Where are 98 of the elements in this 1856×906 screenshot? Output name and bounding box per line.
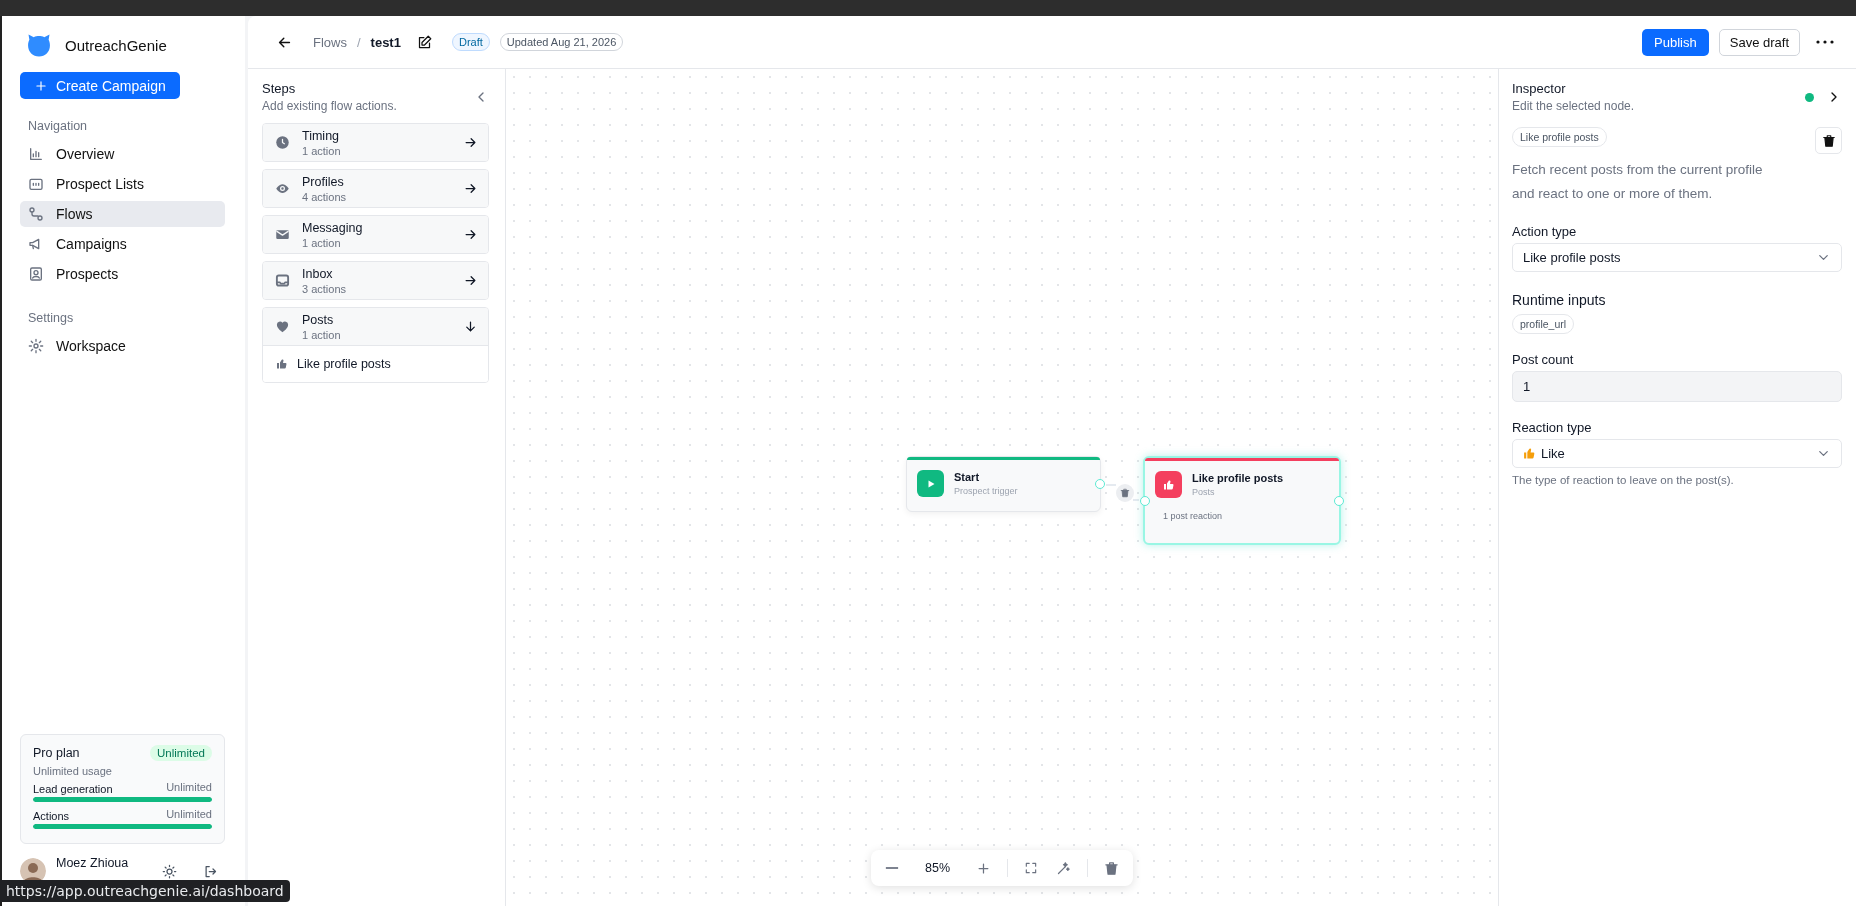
panel-subtitle: Add existing flow actions. bbox=[262, 99, 397, 113]
field-label: Reaction type bbox=[1512, 420, 1593, 435]
logout-icon bbox=[203, 863, 219, 879]
section-heading: Runtime inputs bbox=[1512, 292, 1607, 308]
field-help: The type of reaction to leave on the post(s). bbox=[1512, 474, 1735, 486]
trash-icon bbox=[1104, 860, 1119, 876]
step-group-count: 3 actions bbox=[302, 282, 348, 295]
node-subtitle: Posts bbox=[1192, 487, 1216, 497]
section-label: Navigation bbox=[28, 119, 89, 133]
connection-handle[interactable] bbox=[1334, 495, 1344, 506]
connection-handle[interactable] bbox=[1140, 495, 1150, 506]
minus-icon bbox=[885, 867, 899, 869]
breadcrumb-link[interactable]: Flows bbox=[313, 34, 347, 50]
zoom-level: 85% bbox=[924, 861, 951, 875]
select-field[interactable]: Like bbox=[1512, 439, 1842, 468]
arrow-right-icon bbox=[463, 135, 478, 150]
inbox-icon bbox=[275, 273, 290, 288]
meter-label: Lead generation bbox=[33, 783, 113, 795]
create-campaign-button[interactable]: Create Campaign bbox=[20, 72, 180, 99]
plus-icon bbox=[34, 78, 48, 93]
flow-name: test1 bbox=[370, 34, 401, 50]
envelope-icon bbox=[275, 227, 290, 242]
arrow-right-icon bbox=[463, 227, 478, 242]
step-group[interactable]: Timing 1 action bbox=[263, 124, 488, 161]
contact-card-icon bbox=[28, 266, 44, 282]
meter-reading: Unlimited bbox=[166, 808, 212, 820]
step-group[interactable]: Posts 1 action bbox=[263, 308, 488, 345]
nav-item[interactable]: Overview bbox=[20, 141, 225, 167]
nav-item[interactable]: Prospect Lists bbox=[20, 171, 225, 197]
node-detail: 1 post reaction bbox=[1162, 510, 1224, 521]
field-label: Action type bbox=[1512, 224, 1578, 239]
more-icon bbox=[1816, 40, 1834, 44]
nav-item[interactable]: Prospects bbox=[20, 261, 225, 287]
thumbs-up-icon bbox=[1523, 447, 1536, 460]
plus-icon bbox=[976, 860, 991, 876]
meter-label: Actions bbox=[33, 810, 70, 822]
arrow-down-icon bbox=[463, 319, 478, 334]
delete-node-button[interactable] bbox=[1815, 127, 1842, 154]
step-group-name: Inbox bbox=[302, 266, 334, 281]
magic-wand-icon bbox=[1056, 860, 1071, 876]
nav-item[interactable]: Flows bbox=[20, 201, 225, 227]
step-group-name: Profiles bbox=[302, 174, 345, 189]
node-description: Fetch recent posts from the current profile and react to one or more of them. bbox=[1512, 161, 1764, 203]
step-group-count: 4 actions bbox=[302, 190, 348, 203]
delete-edge-button[interactable] bbox=[1116, 484, 1134, 502]
step-group-count: 1 action bbox=[302, 328, 342, 341]
status-url: https://app.outreachgenie.ai/dashboard bbox=[6, 883, 284, 899]
field-label: Post count bbox=[1512, 352, 1575, 367]
step-group[interactable]: Inbox 3 actions bbox=[263, 262, 488, 299]
trash-icon bbox=[1821, 133, 1836, 148]
sun-icon bbox=[162, 863, 178, 879]
node-subtitle: Prospect trigger bbox=[954, 486, 1018, 496]
node-title: Like profile posts bbox=[1192, 472, 1284, 484]
section-label: Settings bbox=[28, 311, 75, 325]
fullscreen-icon bbox=[1024, 861, 1038, 875]
arrow-right-icon bbox=[463, 181, 478, 196]
select-field[interactable]: Like profile posts bbox=[1512, 243, 1842, 272]
app-name: OutreachGenie bbox=[65, 36, 167, 54]
eye-icon bbox=[275, 181, 290, 196]
arrow-right-icon bbox=[463, 273, 478, 288]
step-action[interactable]: Like profile posts bbox=[263, 345, 488, 382]
settings-icon bbox=[28, 338, 44, 354]
edit-icon bbox=[416, 34, 432, 50]
input-field[interactable]: 1 bbox=[1512, 371, 1842, 402]
usage-caption: Unlimited usage bbox=[33, 765, 112, 777]
plan-badge: Unlimited bbox=[150, 745, 212, 761]
panel-title: Inspector bbox=[1512, 81, 1567, 96]
step-group-count: 1 action bbox=[302, 144, 342, 157]
user-name: Moez Zhioua bbox=[56, 856, 129, 870]
node-title: Start bbox=[954, 471, 981, 483]
connector-line bbox=[1106, 484, 1139, 501]
folder-icon bbox=[28, 176, 44, 192]
step-group[interactable]: Messaging 1 action bbox=[263, 216, 488, 253]
thumbs-up-icon bbox=[276, 358, 288, 370]
panel-subtitle: Edit the selected node. bbox=[1512, 99, 1635, 113]
step-group-count: 1 action bbox=[302, 236, 342, 249]
connection-handle[interactable] bbox=[1095, 479, 1105, 489]
panel-title: Steps bbox=[262, 81, 297, 96]
publish-button[interactable]: Publish bbox=[1642, 28, 1709, 56]
clock-icon bbox=[275, 135, 290, 150]
step-group-name: Posts bbox=[302, 312, 335, 327]
step-group[interactable]: Profiles 4 actions bbox=[263, 170, 488, 207]
trash-icon bbox=[1120, 488, 1130, 498]
flow-node[interactable]: Like profile posts Posts 1 post reaction bbox=[1143, 456, 1341, 545]
step-group-name: Messaging bbox=[302, 220, 364, 235]
meter-reading: Unlimited bbox=[166, 781, 212, 793]
flow-icon bbox=[28, 206, 44, 222]
heart-icon bbox=[275, 319, 290, 334]
breadcrumb-separator: / bbox=[356, 34, 361, 50]
plan-name: Pro plan bbox=[33, 746, 80, 760]
thumbs-up-icon bbox=[1162, 478, 1175, 491]
status-badge: Draft bbox=[451, 33, 490, 51]
nav-item[interactable]: Workspace bbox=[20, 333, 225, 359]
save-draft-button[interactable]: Save draft bbox=[1718, 28, 1800, 56]
nav-item[interactable]: Campaigns bbox=[20, 231, 225, 257]
chart-icon bbox=[28, 146, 44, 162]
step-group-name: Timing bbox=[302, 128, 341, 143]
status-dot bbox=[1805, 92, 1814, 102]
